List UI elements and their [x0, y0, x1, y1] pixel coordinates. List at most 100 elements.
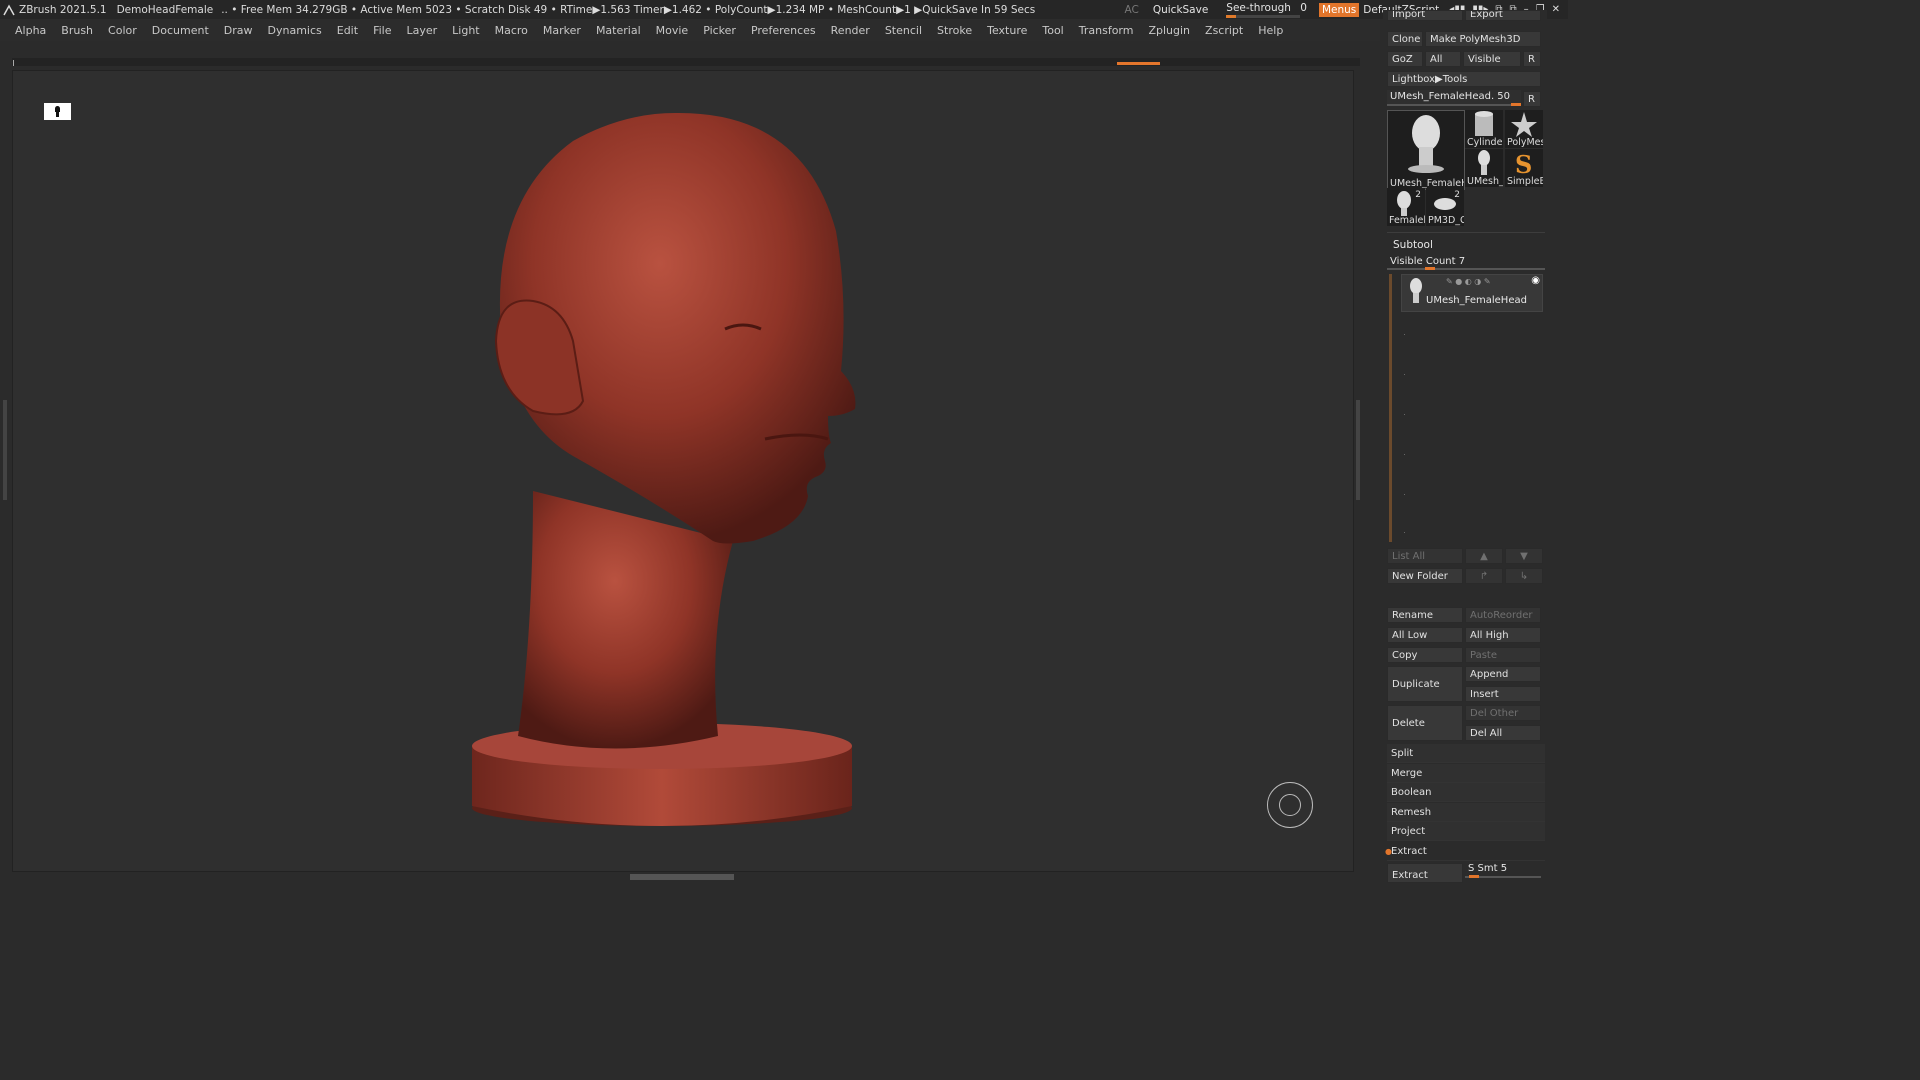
paste-button[interactable]: Paste [1465, 647, 1541, 663]
quicksave-button[interactable]: QuickSave [1153, 4, 1208, 16]
import-button[interactable]: Import [1387, 10, 1463, 21]
menu-layer[interactable]: Layer [406, 24, 437, 37]
menu-zplugin[interactable]: Zplugin [1148, 24, 1190, 37]
menu-zscript[interactable]: Zscript [1205, 24, 1243, 37]
menu-document[interactable]: Document [152, 24, 209, 37]
menu-stencil[interactable]: Stencil [885, 24, 922, 37]
menu-file[interactable]: File [373, 24, 391, 37]
menu-material[interactable]: Material [596, 24, 641, 37]
menu-dynamics[interactable]: Dynamics [268, 24, 322, 37]
tool-thumb-cylinder[interactable]: Cylinder [1465, 110, 1503, 148]
menu-marker[interactable]: Marker [543, 24, 581, 37]
document-canvas[interactable] [12, 70, 1354, 872]
menu-movie[interactable]: Movie [656, 24, 689, 37]
menu-draw[interactable]: Draw [224, 24, 253, 37]
merge-section[interactable]: Merge [1387, 764, 1545, 783]
seethrough-slider[interactable]: See-through 0 [1226, 2, 1307, 18]
tool-thumb-female[interactable]: 2 Femalel [1387, 188, 1425, 226]
head-small-icon [1478, 150, 1490, 175]
subtool-item-icons[interactable]: ✎ ● ◐ ◑ ✎ [1446, 277, 1491, 286]
list-all-button[interactable]: List All [1387, 548, 1463, 564]
goz-visible-button[interactable]: Visible [1463, 51, 1521, 67]
goz-r-button[interactable]: R [1523, 51, 1541, 67]
s-smt-label: S Smt 5 [1468, 863, 1508, 874]
s-smt-slider[interactable]: S Smt 5 [1465, 862, 1541, 878]
goz-button[interactable]: GoZ [1387, 51, 1423, 67]
subtool-item[interactable]: ✎ ● ◐ ◑ ✎ ◉ UMesh_FemaleHead [1401, 274, 1543, 312]
menus-button[interactable]: Menus [1318, 2, 1360, 17]
goz-all-button[interactable]: All [1425, 51, 1461, 67]
eye-icon[interactable]: ◉ [1531, 275, 1540, 286]
copy-button[interactable]: Copy [1387, 647, 1463, 663]
tool-thumb-polymesh[interactable]: PolyMes [1505, 110, 1543, 148]
append-button[interactable]: Append [1465, 666, 1541, 682]
autoreorder-button[interactable]: AutoReorder [1465, 607, 1541, 623]
project-section[interactable]: Project [1387, 822, 1545, 841]
arrow-up-icon[interactable]: ▲ [1465, 548, 1503, 564]
extract-header-label: Extract [1391, 846, 1427, 857]
menu-picker[interactable]: Picker [703, 24, 736, 37]
extract-section[interactable]: ● Extract [1385, 842, 1545, 861]
current-tool-r-button[interactable]: R [1523, 91, 1541, 107]
menu-light[interactable]: Light [452, 24, 479, 37]
tool-thumb-umesh-femalehead[interactable]: UMesh_FemaleH [1387, 110, 1465, 190]
close-icon[interactable]: ✕ [1552, 4, 1560, 15]
subtool-header[interactable]: Subtool [1387, 239, 1545, 255]
cylinder-icon [1475, 111, 1493, 136]
current-tool-slider[interactable]: UMesh_FemaleHead. 50 [1387, 90, 1521, 106]
right-tray-handle[interactable] [1356, 400, 1360, 500]
menu-tool[interactable]: Tool [1042, 24, 1063, 37]
tool-thumb-umesh[interactable]: UMesh_ [1465, 149, 1503, 187]
extract-button[interactable]: Extract [1387, 863, 1463, 883]
lightbox-tools-button[interactable]: Lightbox▶Tools [1387, 71, 1541, 87]
move-up-folder-icon[interactable]: ↱ [1465, 568, 1503, 584]
current-tool-label: UMesh_FemaleHead. 50 [1390, 91, 1511, 102]
menu-preferences[interactable]: Preferences [751, 24, 816, 37]
top-shelf [12, 58, 1360, 66]
make-polymesh-button[interactable]: Make PolyMesh3D [1425, 31, 1541, 47]
clone-button[interactable]: Clone [1387, 31, 1423, 47]
menu-macro[interactable]: Macro [495, 24, 528, 37]
duplicate-button[interactable]: Duplicate [1387, 666, 1463, 702]
app-version: ZBrush 2021.5.1 [19, 3, 107, 16]
all-high-button[interactable]: All High [1465, 627, 1541, 643]
head-thumb-icon [1410, 278, 1422, 303]
menu-texture[interactable]: Texture [987, 24, 1027, 37]
insert-button[interactable]: Insert [1465, 686, 1541, 702]
tool-thumb-pm3d[interactable]: 2 PM3D_C [1426, 188, 1464, 226]
menu-transform[interactable]: Transform [1079, 24, 1134, 37]
menu-edit[interactable]: Edit [337, 24, 358, 37]
boolean-section[interactable]: Boolean [1387, 783, 1545, 802]
remesh-section[interactable]: Remesh [1387, 803, 1545, 822]
visible-count-slider[interactable]: Visible Count 7 [1387, 256, 1545, 270]
status-readout: .. • Free Mem 34.279GB • Active Mem 5023… [221, 3, 1036, 16]
arrow-down-icon[interactable]: ▼ [1505, 548, 1543, 564]
menu-color[interactable]: Color [108, 24, 137, 37]
menu-brush[interactable]: Brush [61, 24, 93, 37]
rename-button[interactable]: Rename [1387, 607, 1463, 623]
main-menu-bar: Alpha Brush Color Document Draw Dynamics Edit F… [0, 19, 1380, 41]
del-other-button[interactable]: Del Other [1465, 705, 1541, 721]
subtool-list[interactable]: ✎ ● ◐ ◑ ✎ ◉ UMesh_FemaleHead [1389, 274, 1543, 542]
svg-text:S: S [1515, 150, 1532, 177]
shelf-indicator [1117, 62, 1160, 65]
menu-stroke[interactable]: Stroke [937, 24, 972, 37]
delete-button[interactable]: Delete [1387, 705, 1463, 741]
export-button[interactable]: Export [1465, 10, 1541, 21]
bottom-tray-handle[interactable] [630, 874, 734, 880]
tool-thumb-simpleb[interactable]: S SimpleB [1505, 149, 1543, 187]
menu-render[interactable]: Render [831, 24, 870, 37]
move-down-folder-icon[interactable]: ↳ [1505, 568, 1543, 584]
ac-button[interactable]: AC [1124, 4, 1138, 16]
new-folder-button[interactable]: New Folder [1387, 568, 1463, 584]
all-low-button[interactable]: All Low [1387, 627, 1463, 643]
menu-alpha[interactable]: Alpha [15, 24, 46, 37]
document-name: DemoHeadFemale [116, 3, 214, 16]
menu-help[interactable]: Help [1258, 24, 1283, 37]
left-tray-handle[interactable] [3, 400, 7, 500]
gizmo-icon[interactable] [1267, 782, 1313, 828]
del-all-button[interactable]: Del All [1465, 725, 1541, 741]
subtool-scrollbar[interactable] [1389, 274, 1392, 542]
visible-count-label: Visible Count 7 [1390, 256, 1466, 267]
split-section[interactable]: Split [1387, 744, 1545, 763]
